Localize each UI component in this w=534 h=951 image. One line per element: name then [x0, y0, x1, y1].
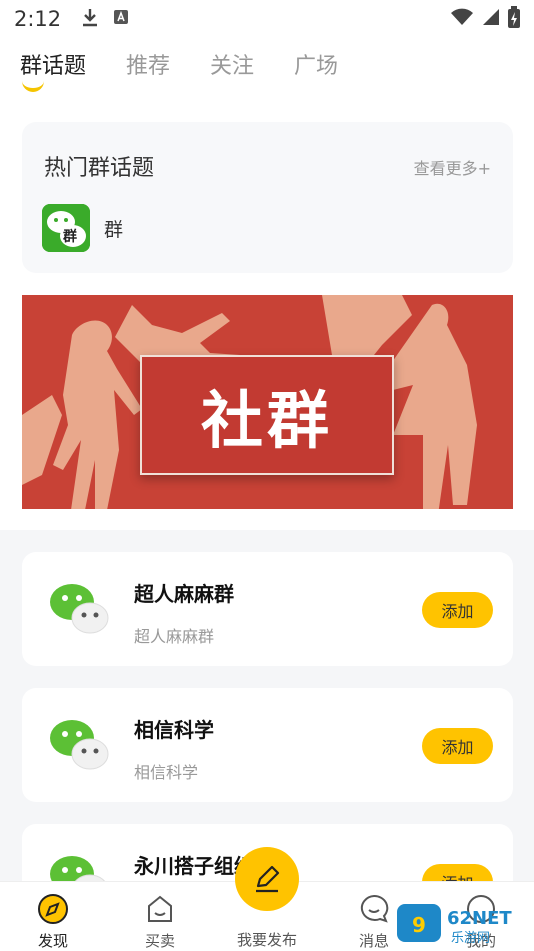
nav-trade-label: 买卖: [144, 932, 175, 950]
community-banner[interactable]: 社群: [22, 295, 513, 509]
nav-trade[interactable]: 买卖: [115, 894, 205, 951]
wifi-icon: [450, 8, 474, 30]
hot-topic-item[interactable]: 群 群: [42, 204, 123, 252]
pencil-icon: [256, 865, 280, 893]
banner-title: 社群: [200, 384, 333, 457]
group-name: 超人麻麻群: [134, 582, 234, 606]
wechat-group-icon: [50, 584, 109, 634]
tab-following[interactable]: 关注: [210, 48, 254, 80]
wechat-group-icon: [50, 720, 109, 770]
add-group-button[interactable]: 添加: [422, 728, 493, 764]
group-logo-text: 群: [63, 229, 77, 245]
message-icon: [360, 894, 389, 923]
top-tabs: 群话题 推荐 关注 广场: [0, 48, 534, 98]
group-list: 超人麻麻群 超人麻麻群 添加 相信科学 相信科学 添加 永川搭子组织 添加: [0, 530, 534, 890]
hot-topics-title: 热门群话题: [44, 156, 155, 181]
group-card[interactable]: 超人麻麻群 超人麻麻群 添加: [22, 552, 513, 666]
group-name: 相信科学: [134, 718, 214, 742]
publish-label: 我要发布: [236, 931, 297, 949]
download-icon: [81, 7, 99, 31]
nav-discover-label: 发现: [37, 932, 68, 950]
group-logo-icon: 群: [42, 204, 90, 252]
tab-square[interactable]: 广场: [294, 48, 338, 80]
battery-icon: [508, 6, 520, 32]
tab-group-topics[interactable]: 群话题: [20, 48, 86, 80]
signal-icon: [482, 8, 500, 30]
group-card[interactable]: 相信科学 相信科学 添加: [22, 688, 513, 802]
group-desc: 超人麻麻群: [134, 627, 215, 646]
watermark-logo: 9 62NET 乐游网: [395, 898, 530, 946]
tab-recommend[interactable]: 推荐: [126, 48, 170, 80]
svg-text:9: 9: [412, 913, 426, 937]
svg-text:62NET: 62NET: [447, 908, 512, 929]
banner-title-box: 社群: [140, 355, 394, 475]
add-group-button[interactable]: 添加: [422, 592, 493, 628]
hot-topic-label: 群: [104, 218, 124, 241]
view-more-link[interactable]: 查看更多+: [414, 155, 491, 179]
notification-a-icon: [113, 9, 129, 29]
svg-text:乐游网: 乐游网: [451, 931, 490, 946]
status-time: 2:12: [14, 7, 62, 31]
status-bar: 2:12: [0, 0, 534, 38]
compass-icon: [38, 894, 68, 924]
hot-topics-card: 热门群话题 查看更多+ 群 群: [22, 122, 513, 273]
group-desc: 相信科学: [134, 763, 199, 782]
nav-messages-label: 消息: [358, 932, 389, 950]
nav-discover[interactable]: 发现: [8, 894, 98, 951]
bag-icon: [148, 895, 172, 922]
publish-button[interactable]: [235, 847, 299, 911]
